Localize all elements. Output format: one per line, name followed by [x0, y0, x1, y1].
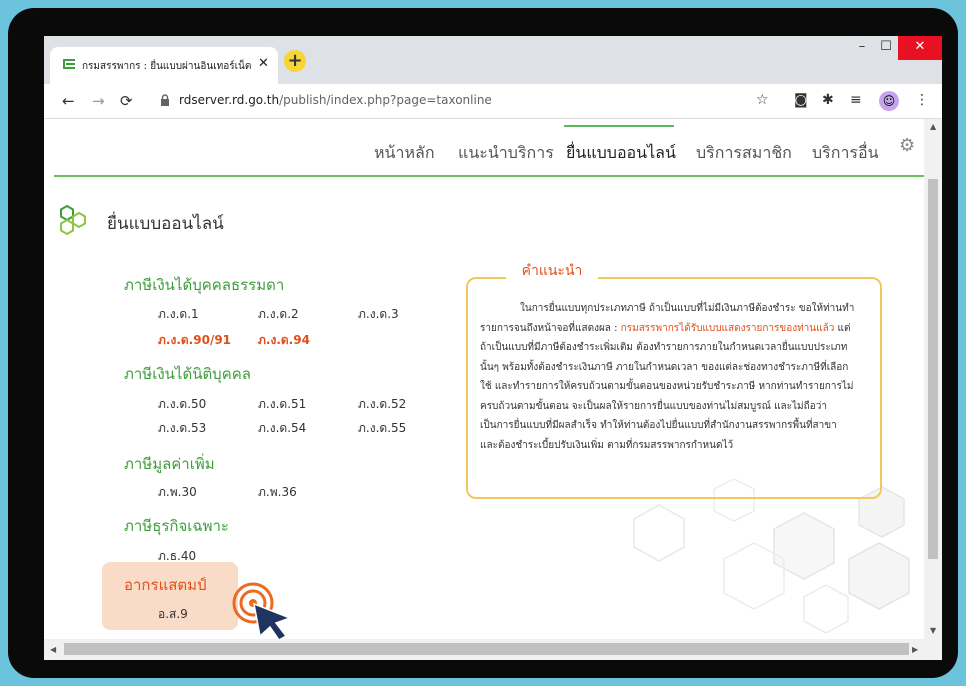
forward-arrow-icon[interactable]: → [92, 92, 105, 110]
profile-icon[interactable]: ☺ [879, 91, 899, 111]
star-icon[interactable]: ☆ [756, 92, 769, 108]
advice-text: ในการยื่นแบบทุกประเภทภาษี ถ้าเป็นแบบที่ไ… [480, 299, 868, 455]
section-title: ยื่นแบบออนไลน์ [107, 214, 224, 234]
url-path: /publish/index.php?page=taxonline [279, 93, 492, 107]
gear-icon[interactable]: ⚙ [899, 135, 915, 156]
form-link[interactable]: ภ.ง.ด.1 [158, 305, 199, 324]
close-window-button[interactable]: ✕ [898, 36, 942, 60]
form-link[interactable]: ภ.ง.ด.52 [358, 395, 406, 414]
hexagon-background-decoration [633, 479, 910, 634]
category-personal-income: ภาษีเงินได้บุคคลธรรมดา [124, 276, 285, 294]
form-link[interactable]: ภ.ง.ด.55 [358, 419, 406, 438]
form-link[interactable]: ภ.ง.ด.54 [258, 419, 306, 438]
advice-line: รายการจนถึงหน้าจอที่แสดงผล : กรมสรรพากรไ… [480, 319, 868, 339]
form-link[interactable]: ภ.ง.ด.2 [258, 305, 299, 324]
advice-highlight: กรมสรรพากรได้รับแบบแสดงรายการของท่านแล้ว [620, 322, 835, 334]
form-link[interactable]: ภ.ง.ด.3 [358, 305, 399, 324]
puzzle-icon[interactable]: ✱ [822, 92, 834, 108]
advice-line: ครบถ้วนตามขั้นตอน จะเป็นผลให้รายการยื่นแ… [480, 400, 827, 412]
form-link[interactable]: ภ.พ.36 [258, 483, 297, 502]
browser-toolbar: ← → ⟳ rdserver.rd.go.th/publish/index.ph… [44, 84, 942, 119]
scroll-right-icon[interactable]: ▶ [912, 645, 918, 654]
scroll-up-icon[interactable]: ▲ [930, 122, 936, 131]
url-host: rdserver.rd.go.th [179, 93, 280, 107]
click-pointer-icon [232, 582, 293, 640]
new-tab-button[interactable]: + [284, 50, 306, 72]
reload-icon[interactable]: ⟳ [120, 92, 133, 110]
nav-home[interactable]: หน้าหลัก [374, 141, 435, 166]
category-vat: ภาษีมูลค่าเพิ่ม [124, 455, 215, 473]
vertical-scroll-thumb[interactable] [928, 179, 938, 559]
page-content: หน้าหลัก แนะนำบริการ ยื่นแบบออนไลน์ บริก… [44, 119, 924, 639]
form-link[interactable]: ภ.ง.ด.51 [258, 395, 306, 414]
header-divider [54, 175, 924, 177]
advice-line: เป็นการยื่นแบบที่มีผลสำเร็จ ทำให้ท่านต้อ… [480, 420, 837, 431]
advice-text-segment: รายการจนถึงหน้าจอที่แสดงผล : [480, 322, 621, 334]
category-specific-business-tax: ภาษีธุรกิจเฉพาะ [124, 517, 229, 535]
nav-member-services[interactable]: บริการสมาชิก [696, 141, 792, 166]
form-link[interactable]: ภ.ง.ด.90/91 [158, 331, 231, 350]
more-icon[interactable]: ⋮ [915, 92, 929, 108]
form-link[interactable]: ภ.ง.ด.50 [158, 395, 206, 414]
category-corporate-income: ภาษีเงินได้นิติบุคคล [124, 365, 251, 383]
site-favicon-icon [63, 59, 75, 69]
advice-title: คำแนะนำ [506, 260, 598, 282]
form-link[interactable]: ภ.ง.ด.94 [258, 331, 310, 350]
scroll-down-icon[interactable]: ▼ [930, 626, 936, 635]
advice-line: และต้องชำระเบี้ยปรับเงินเพิ่ม ตามที่กรมส… [480, 439, 734, 451]
advice-line: ถ้าเป็นแบบที่มีภาษีต้องชำระเพิ่มเติม ต้อ… [480, 342, 848, 353]
tab-strip: กรมสรรพากร : ยื่นแบบผ่านอินเทอร์เน็ต ✕ +… [44, 36, 942, 84]
horizontal-scroll-thumb[interactable] [64, 643, 909, 655]
camera-icon[interactable]: ◙ [794, 92, 808, 108]
nav-active-indicator [564, 125, 674, 127]
back-arrow-icon[interactable]: ← [62, 92, 75, 110]
form-link[interactable]: อ.ส.9 [158, 605, 188, 624]
advice-text-segment: แต่ [834, 322, 851, 334]
advice-line: ใช้ และทำรายการให้ครบถ้วนตามขั้นตอนของหน… [480, 381, 854, 392]
form-link[interactable]: ภ.พ.30 [158, 483, 197, 502]
scroll-left-icon[interactable]: ◀ [50, 645, 56, 654]
browser-tab[interactable]: กรมสรรพากร : ยื่นแบบผ่านอินเทอร์เน็ต ✕ [50, 47, 278, 84]
minimize-button[interactable]: – [850, 36, 874, 60]
nav-services-intro[interactable]: แนะนำบริการ [458, 141, 554, 166]
advice-line: นั้นๆ พร้อมทั้งต้องชำระเงินภาษี ภายในกำห… [480, 361, 849, 373]
nav-file-online[interactable]: ยื่นแบบออนไลน์ [566, 141, 676, 166]
form-link[interactable]: ภ.ง.ด.53 [158, 419, 206, 438]
reading-list-icon[interactable]: ≡ [850, 92, 862, 108]
tab-title: กรมสรรพากร : ยื่นแบบผ่านอินเทอร์เน็ต [82, 61, 252, 72]
maximize-button[interactable]: ☐ [874, 36, 898, 60]
hexagon-logo-icon [60, 204, 86, 236]
address-bar[interactable]: rdserver.rd.go.th/publish/index.php?page… [179, 93, 492, 107]
advice-line: ในการยื่นแบบทุกประเภทภาษี ถ้าเป็นแบบที่ไ… [520, 303, 855, 314]
tab-close-icon[interactable]: ✕ [258, 56, 269, 71]
nav-other-services[interactable]: บริการอื่น [812, 141, 879, 166]
lock-icon [161, 94, 169, 106]
browser-window: กรมสรรพากร : ยื่นแบบผ่านอินเทอร์เน็ต ✕ +… [44, 36, 942, 660]
category-stamp-duty: อากรแสตมป์ [124, 576, 207, 594]
